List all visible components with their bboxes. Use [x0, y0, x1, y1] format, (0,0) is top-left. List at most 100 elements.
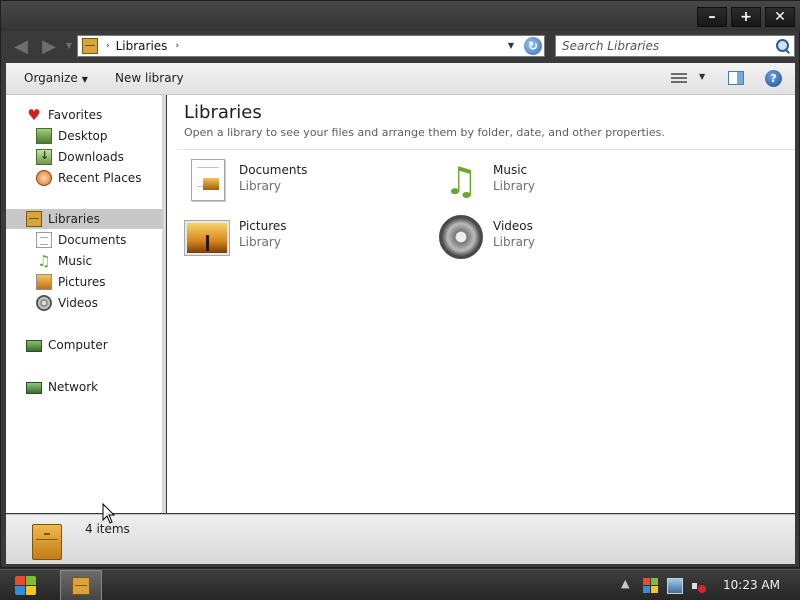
system-clock[interactable]: 10:23 AM	[723, 578, 780, 592]
libraries-icon	[26, 211, 42, 227]
documents-icon	[36, 232, 52, 248]
sidebar-item-desktop[interactable]: Desktop	[6, 126, 163, 146]
sidebar-item-label: Libraries	[48, 212, 100, 226]
command-bar: Organize ▼ New library ▼ ?	[6, 63, 795, 95]
videos-library-icon	[439, 215, 483, 259]
help-button[interactable]: ?	[765, 70, 782, 87]
page-subtitle: Open a library to see your files and arr…	[184, 126, 665, 139]
navigation-pane: ♥ Favorites Desktop Downloads Recent Pla…	[6, 95, 163, 513]
library-name: Documents	[239, 163, 308, 177]
sidebar-item-network[interactable]: Network	[6, 377, 163, 397]
breadcrumb-separator[interactable]: ›	[106, 41, 110, 51]
volume-muted-icon[interactable]	[691, 578, 707, 594]
help-icon: ?	[770, 72, 777, 85]
pictures-library-icon	[184, 220, 230, 256]
refresh-button[interactable]: ↻	[524, 37, 542, 55]
page-title: Libraries	[184, 102, 262, 123]
sidebar-item-downloads[interactable]: Downloads	[6, 147, 163, 167]
pane-splitter[interactable]	[163, 95, 166, 513]
music-library-icon: ♫	[443, 159, 479, 203]
computer-icon	[26, 340, 42, 352]
sidebar-item-label: Computer	[48, 338, 108, 352]
organize-label: Organize	[24, 71, 78, 85]
view-options-dropdown[interactable]: ▼	[699, 72, 705, 81]
sidebar-item-libraries[interactable]: Libraries	[6, 209, 163, 229]
heart-icon: ♥	[27, 106, 41, 124]
address-bar[interactable]: › Libraries › ▼ ↻	[77, 35, 545, 57]
sidebar-item-documents[interactable]: Documents	[6, 230, 163, 250]
documents-library-icon	[191, 159, 225, 201]
library-tile-videos[interactable]: Videos Library	[439, 215, 659, 263]
taskbar: ▲ 10:23 AM	[0, 569, 800, 600]
new-library-label: New library	[115, 71, 184, 85]
content-pane: Libraries Open a library to see your fil…	[167, 95, 795, 513]
forward-button[interactable]: ▶	[39, 35, 59, 57]
libraries-icon	[82, 38, 98, 54]
library-type: Library	[493, 235, 535, 249]
start-button[interactable]	[14, 574, 40, 598]
recent-pages-dropdown[interactable]: ▼	[64, 39, 74, 51]
network-icon	[26, 382, 42, 394]
pictures-icon	[36, 274, 52, 290]
sidebar-item-label: Music	[58, 254, 93, 268]
library-name: Pictures	[239, 219, 287, 233]
maximize-button[interactable]: +	[731, 7, 761, 27]
breadcrumb-libraries[interactable]: Libraries	[116, 39, 168, 53]
sidebar-item-pictures[interactable]: Pictures	[6, 272, 163, 292]
navigation-row: ◀ ▶ ▼ › Libraries › ▼ ↻ Search Libraries	[1, 31, 800, 61]
library-type: Library	[239, 235, 281, 249]
sidebar-item-label: Videos	[58, 296, 98, 310]
downloads-icon	[36, 149, 52, 165]
videos-icon	[36, 295, 52, 311]
header-divider	[177, 149, 795, 150]
action-center-flag-icon[interactable]	[643, 578, 659, 594]
organize-button[interactable]: Organize ▼	[24, 71, 88, 85]
sidebar-item-label: Documents	[58, 233, 127, 247]
address-history-dropdown[interactable]: ▼	[508, 41, 514, 50]
back-button[interactable]: ◀	[11, 35, 31, 57]
minimize-button[interactable]: –	[697, 7, 727, 27]
sidebar-item-label: Desktop	[58, 129, 108, 143]
forward-arrow-icon: ▶	[42, 35, 56, 57]
library-tile-music[interactable]: ♫ Music Library	[439, 159, 659, 207]
new-library-button[interactable]: New library	[115, 71, 184, 85]
sidebar-item-recent-places[interactable]: Recent Places	[6, 168, 163, 188]
sidebar-item-computer[interactable]: Computer	[6, 335, 163, 355]
show-hidden-icons-button[interactable]: ▲	[621, 577, 629, 590]
sidebar-item-label: Recent Places	[58, 171, 142, 185]
sidebar-item-label: Pictures	[58, 275, 106, 289]
sidebar-item-label: Network	[48, 380, 99, 394]
music-icon: ♫	[37, 252, 51, 270]
breadcrumb-separator[interactable]: ›	[175, 41, 179, 51]
libraries-icon	[72, 576, 90, 595]
preview-pane-icon[interactable]	[728, 71, 744, 85]
libraries-icon	[32, 524, 62, 560]
recent-places-icon	[36, 170, 52, 186]
sidebar-item-label: Downloads	[58, 150, 124, 164]
search-box[interactable]: Search Libraries	[555, 35, 795, 57]
library-name: Videos	[493, 219, 533, 233]
back-arrow-icon: ◀	[14, 35, 28, 57]
sidebar-item-videos[interactable]: Videos	[6, 293, 163, 313]
library-tile-documents[interactable]: Documents Library	[185, 159, 405, 207]
explorer-window: – + ✕ ◀ ▶ ▼ › Libraries › ▼ ↻ Search Lib…	[0, 0, 800, 568]
taskbar-item-explorer[interactable]	[60, 570, 102, 600]
caption-buttons: – + ✕	[697, 7, 795, 27]
mouse-cursor-icon	[102, 502, 116, 524]
close-button[interactable]: ✕	[765, 7, 795, 27]
search-icon[interactable]	[774, 37, 792, 55]
search-input[interactable]: Search Libraries	[562, 39, 774, 53]
sidebar-item-music[interactable]: ♫ Music	[6, 251, 163, 271]
chevron-down-icon: ▼	[81, 75, 88, 84]
title-bar[interactable]: – + ✕	[1, 1, 800, 31]
sidebar-item-label: Favorites	[48, 108, 103, 122]
library-type: Library	[239, 179, 281, 193]
sidebar-item-favorites[interactable]: ♥ Favorites	[6, 105, 163, 125]
network-tray-icon[interactable]	[667, 578, 683, 594]
change-view-icon[interactable]	[671, 71, 687, 85]
library-tile-pictures[interactable]: Pictures Library	[184, 215, 405, 263]
library-type: Library	[493, 179, 535, 193]
refresh-icon: ↻	[527, 39, 539, 53]
library-name: Music	[493, 163, 528, 177]
details-pane: 4 items	[6, 514, 795, 564]
